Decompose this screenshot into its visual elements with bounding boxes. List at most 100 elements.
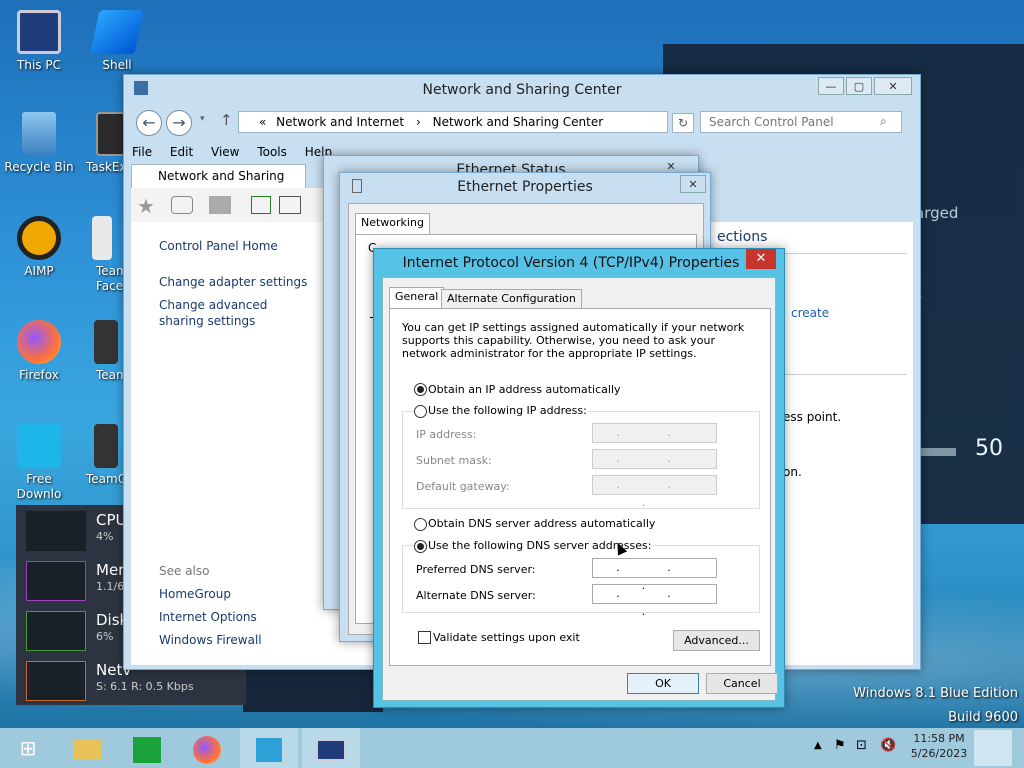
- window-title: Network and Sharing Center: [422, 82, 622, 98]
- windows-edition-watermark: Windows 8.1 Blue Edition: [853, 686, 1018, 701]
- search-input[interactable]: Search Control Panel: [700, 111, 902, 133]
- network-graph: [26, 661, 86, 701]
- document-icon: [92, 216, 112, 260]
- cancel-button[interactable]: Cancel: [706, 673, 778, 694]
- tab-networking[interactable]: Networking: [355, 213, 430, 235]
- desktop-icon-aimp[interactable]: AIMP: [4, 216, 74, 279]
- up-arrow-icon[interactable]: ↑: [220, 111, 233, 129]
- address-field[interactable]: « Network and Internet › Network and Sha…: [238, 111, 668, 133]
- start-button[interactable]: ⊞: [0, 728, 56, 768]
- desktop-icon-firefox[interactable]: Firefox: [4, 320, 74, 383]
- radio-obtain-dns[interactable]: [414, 518, 427, 531]
- link-internet-options[interactable]: Internet Options: [159, 609, 257, 625]
- tab-general[interactable]: General: [389, 287, 445, 309]
- window-icon[interactable]: [279, 196, 301, 214]
- show-hidden-icons[interactable]: ▲: [814, 740, 822, 751]
- preferred-dns-label: Preferred DNS server:: [416, 563, 536, 576]
- subnet-mask-label: Subnet mask:: [416, 454, 492, 467]
- desktop-icon-shell[interactable]: Shell: [82, 10, 152, 73]
- desktop-icon-team[interactable]: Team: [78, 320, 124, 383]
- back-button[interactable]: ←: [136, 110, 162, 136]
- taskbar-control-panel[interactable]: [302, 728, 360, 768]
- ok-button[interactable]: OK: [627, 673, 699, 694]
- default-gateway-field[interactable]: . . .: [592, 475, 717, 509]
- close-button[interactable]: ✕: [874, 77, 912, 95]
- link-control-panel-home[interactable]: Control Panel Home: [159, 238, 278, 254]
- document-firefox-icon: [94, 320, 118, 364]
- taskbar-store[interactable]: [118, 728, 176, 768]
- desktop-icon-taskexp[interactable]: TaskExp: [70, 112, 140, 175]
- link-homegroup[interactable]: HomeGroup: [159, 586, 231, 602]
- link-change-sharing[interactable]: Change advanced sharing settings: [159, 297, 309, 329]
- recent-dropdown-icon[interactable]: ▾: [200, 114, 205, 124]
- on-fragment: on.: [783, 465, 802, 479]
- link-change-adapter[interactable]: Change adapter settings: [159, 274, 307, 290]
- taskbar-file-explorer[interactable]: [58, 728, 116, 768]
- menu-tools[interactable]: Tools: [257, 145, 287, 159]
- close-button[interactable]: ✕: [680, 175, 706, 193]
- link-create[interactable]: create: [791, 306, 829, 320]
- tab-network-sharing-center[interactable]: Network and Sharing Center: [131, 164, 306, 205]
- obtain-dns-label[interactable]: Obtain DNS server address automatically: [428, 517, 655, 530]
- breadcrumb-network-internet[interactable]: Network and Internet: [276, 115, 404, 129]
- bg-text-arged: arged: [915, 204, 959, 222]
- control-panel-icon: [134, 81, 148, 95]
- action-center-flag-icon[interactable]: ⚑: [834, 738, 846, 753]
- tab-alternate-configuration[interactable]: Alternate Configuration: [441, 289, 582, 309]
- user-avatar-icon[interactable]: [974, 730, 1012, 766]
- alternate-dns-field[interactable]: . . .: [592, 584, 717, 618]
- ip-address-label: IP address:: [416, 428, 477, 441]
- validate-label[interactable]: Validate settings upon exit: [433, 631, 580, 644]
- desktop-icon-this-pc[interactable]: This PC: [4, 10, 74, 73]
- desktop-icon-recycle-bin[interactable]: Recycle Bin: [4, 112, 74, 175]
- menu-edit[interactable]: Edit: [170, 145, 193, 159]
- download-icon: [256, 737, 282, 762]
- favorite-star-icon[interactable]: ★: [137, 194, 155, 218]
- cpu-graph: [26, 511, 86, 551]
- alternate-dns-label: Alternate DNS server:: [416, 589, 536, 602]
- firefox-icon: [193, 735, 221, 764]
- use-ip-label[interactable]: Use the following IP address:: [428, 404, 589, 417]
- menu-view[interactable]: View: [211, 145, 239, 159]
- aimp-icon: [17, 216, 61, 260]
- monitor-icon: [316, 738, 346, 761]
- default-gateway-label: Default gateway:: [416, 480, 510, 493]
- preferred-dns-field[interactable]: . . .: [592, 558, 717, 592]
- advanced-button[interactable]: Advanced...: [673, 630, 760, 651]
- desktop-icon-teamo[interactable]: TeamO: [78, 424, 124, 487]
- ip-address-field[interactable]: . . .: [592, 423, 717, 457]
- volume-muted-icon[interactable]: 🔇: [880, 738, 896, 753]
- desktop-icon-free-download[interactable]: Free Downlo: [4, 424, 74, 502]
- maximize-button[interactable]: ▢: [846, 77, 872, 95]
- store-icon: [133, 736, 161, 763]
- network-tray-icon[interactable]: ⊡: [856, 738, 867, 753]
- validate-checkbox[interactable]: [418, 631, 431, 644]
- link-windows-firewall[interactable]: Windows Firewall: [159, 632, 262, 648]
- breadcrumb-nsc[interactable]: Network and Sharing Center: [433, 115, 604, 129]
- minimize-button[interactable]: —: [818, 77, 844, 95]
- computer-icon: [17, 10, 61, 54]
- radio-use-dns[interactable]: [414, 540, 427, 553]
- ipv4-properties-dialog: Internet Protocol Version 4 (TCP/IPv4) P…: [373, 248, 785, 708]
- taskbar-firefox[interactable]: [178, 728, 236, 768]
- windows-icon[interactable]: [209, 196, 231, 214]
- windows-logo-icon: ⊞: [19, 736, 37, 760]
- obtain-ip-label[interactable]: Obtain an IP address automatically: [428, 383, 621, 396]
- taskbar-download-manager[interactable]: [240, 728, 298, 768]
- radio-use-ip[interactable]: [414, 405, 427, 418]
- forward-button[interactable]: →: [166, 110, 192, 136]
- refresh-icon[interactable]: ↻: [672, 113, 694, 133]
- radio-obtain-ip[interactable]: [414, 383, 427, 396]
- menu-file[interactable]: File: [132, 145, 152, 159]
- taskbar: ⊞ ▲ ⚑ ⊡ 🔇 11:58 PM 5/26/2023: [0, 728, 1024, 768]
- network-icon[interactable]: [251, 196, 271, 214]
- taskbar-clock[interactable]: 11:58 PM 5/26/2023: [906, 731, 972, 761]
- close-button[interactable]: ✕: [746, 249, 776, 269]
- ipv4-dialog-body: General Alternate Configuration You can …: [382, 277, 778, 701]
- document-firefox-icon: [94, 424, 118, 468]
- access-point-fragment: ess point.: [783, 410, 842, 424]
- subnet-mask-field[interactable]: . . .: [592, 449, 717, 483]
- volume-value: 50: [975, 436, 1003, 461]
- desktop-icon-team-facebook[interactable]: Team Faceb: [78, 216, 124, 294]
- history-icon[interactable]: [171, 196, 193, 214]
